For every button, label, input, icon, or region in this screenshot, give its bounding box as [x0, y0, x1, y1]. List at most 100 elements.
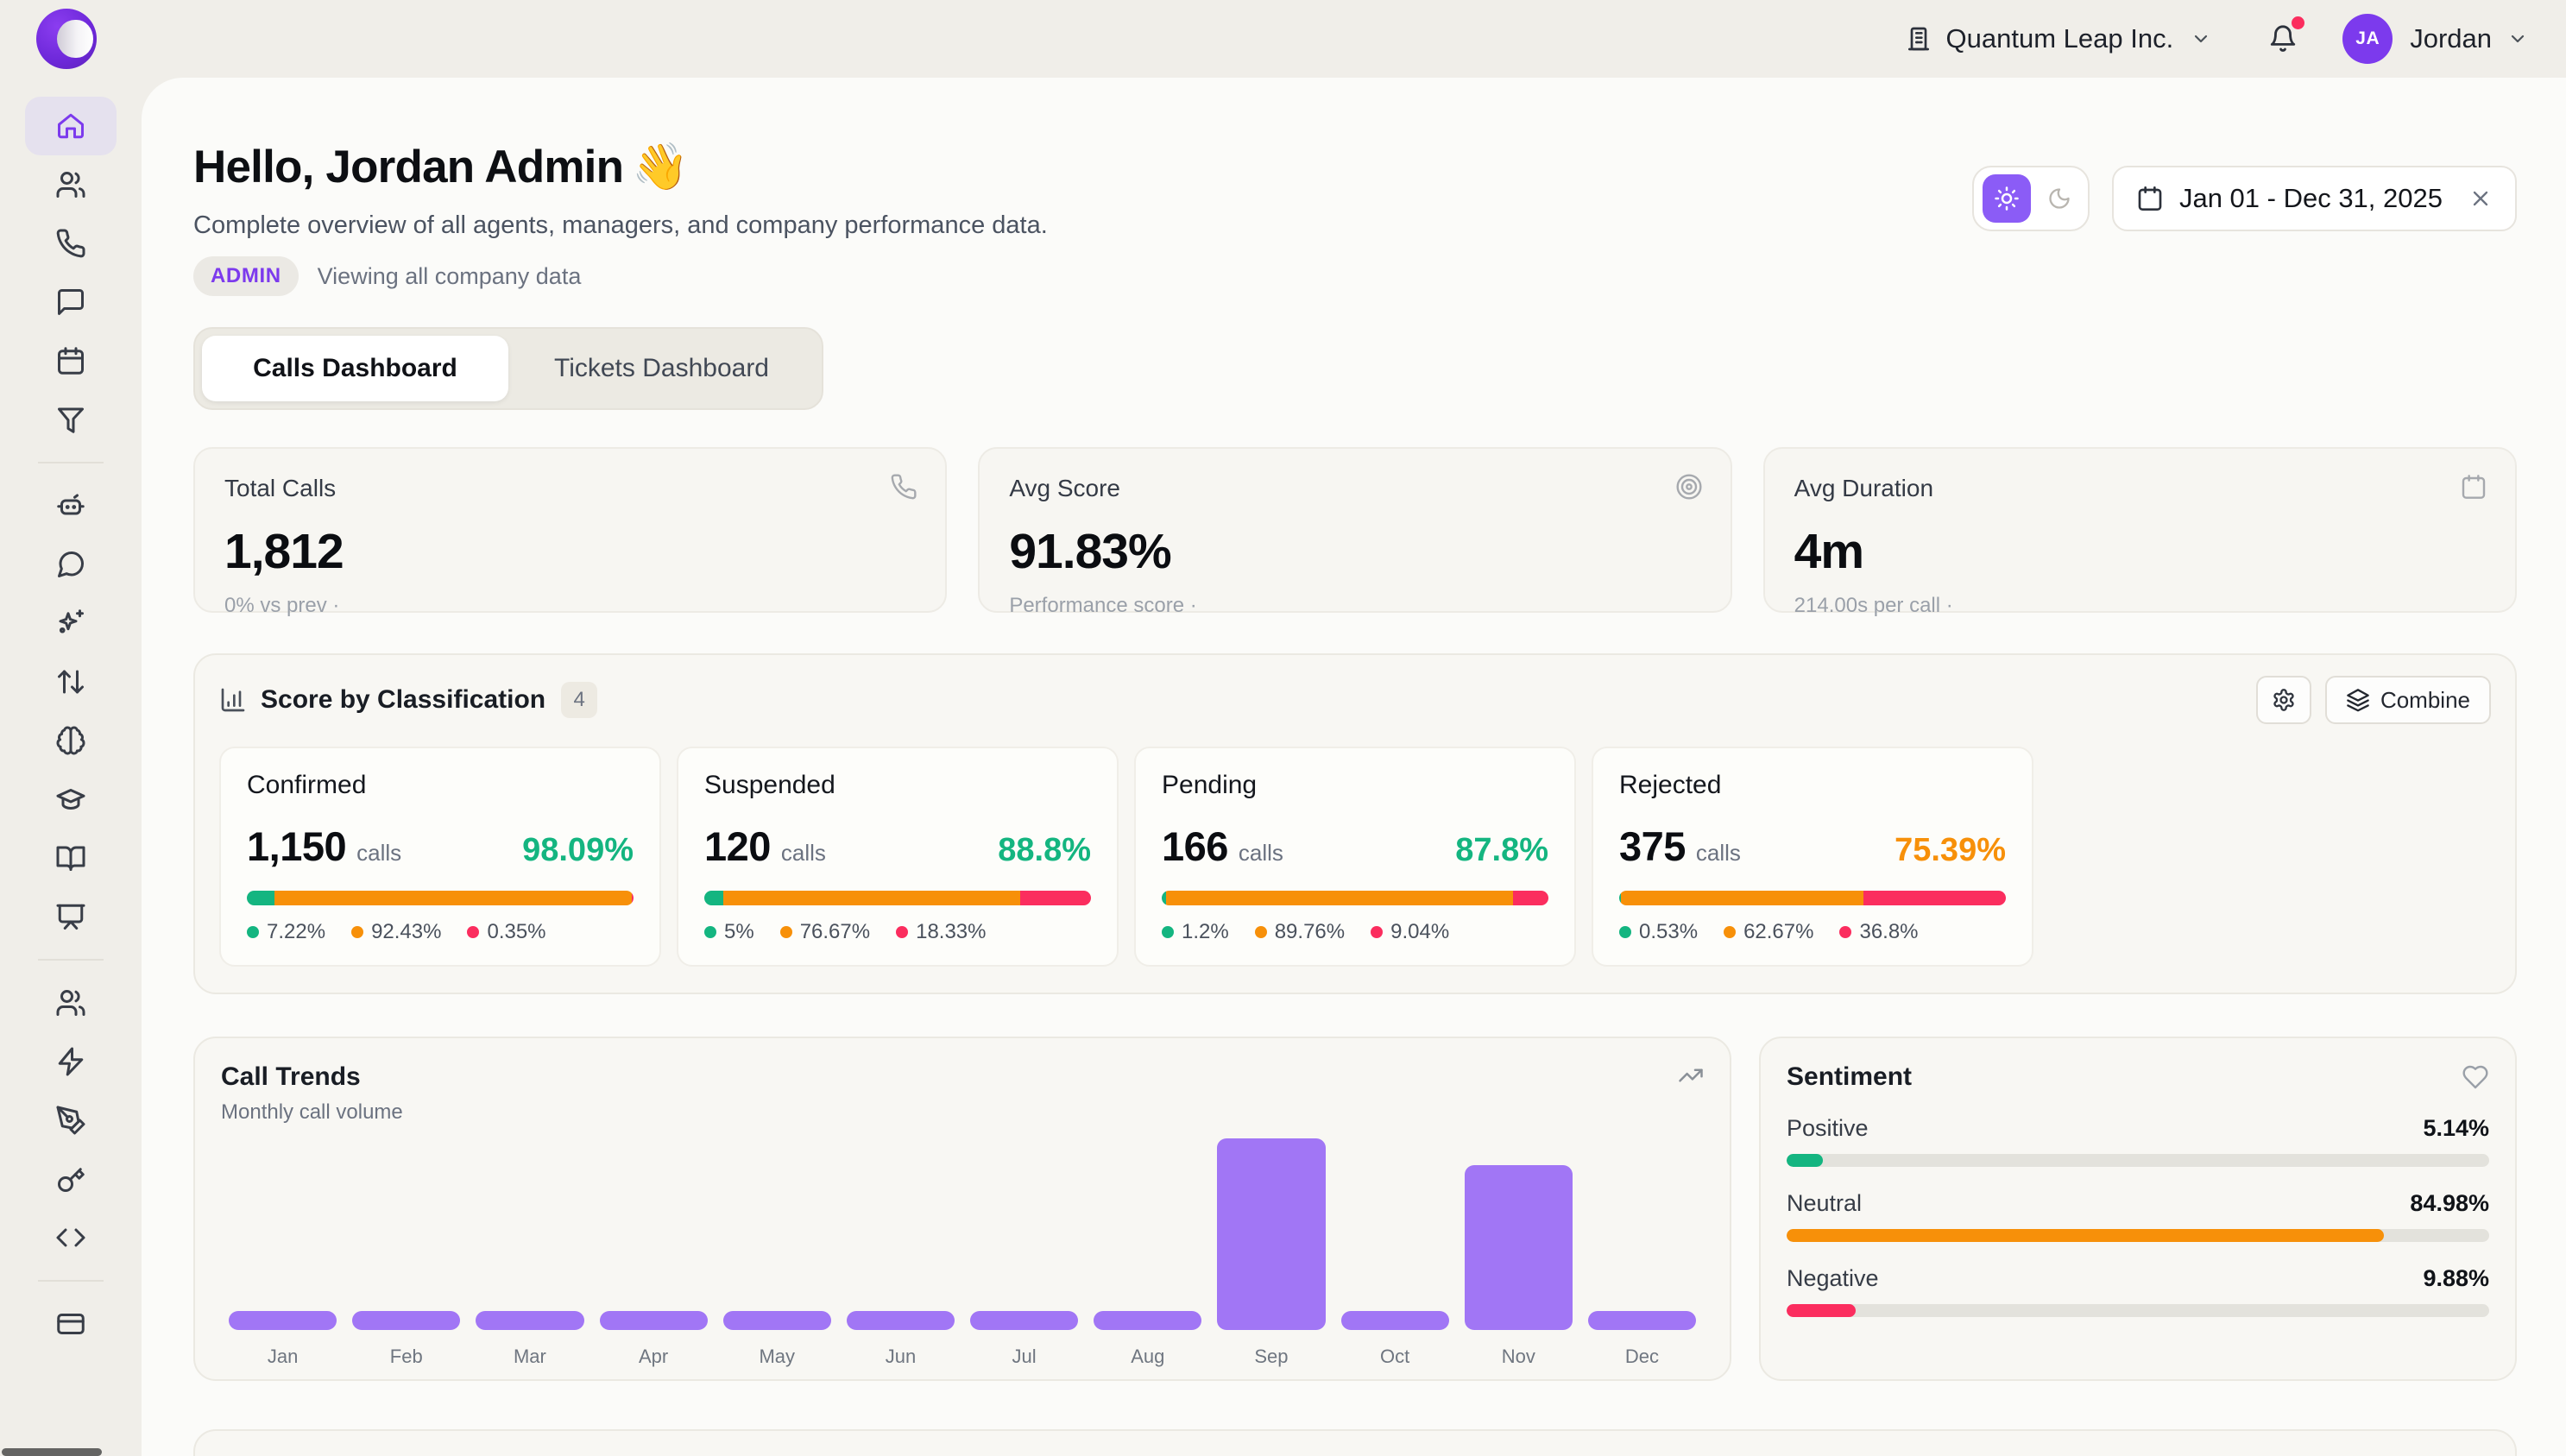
bar-jun[interactable]: [847, 1311, 955, 1330]
sidebar-item-users[interactable]: [25, 155, 117, 214]
classification-unit: calls: [1696, 840, 1741, 867]
bar-jan[interactable]: [229, 1311, 337, 1330]
legend-negative: 36.8%: [1839, 920, 1918, 944]
x-axis-labels: JanFebMarAprMayJunJulAugSepOctNovDec: [221, 1346, 1704, 1368]
classification-bar: [1162, 891, 1548, 905]
sidebar-item-access[interactable]: [25, 1150, 117, 1208]
bar-oct[interactable]: [1341, 1311, 1449, 1330]
call-trends-panel: Call Trends Monthly call volume JanFebMa…: [193, 1037, 1731, 1381]
sidebar-item-calls[interactable]: [25, 214, 117, 273]
sidebar-item-ai[interactable]: [25, 594, 117, 652]
bar-aug[interactable]: [1094, 1311, 1201, 1330]
bar-mar[interactable]: [476, 1311, 583, 1330]
bar-jul[interactable]: [970, 1311, 1078, 1330]
stat-card-avg-score: Avg Score 91.83% Performance score ·: [978, 447, 1731, 613]
bar-apr[interactable]: [600, 1311, 708, 1330]
heart-icon: [2462, 1063, 2489, 1091]
sidebar-item-schedule[interactable]: [25, 331, 117, 390]
dark-mode-button[interactable]: [2040, 179, 2079, 218]
classification-card-rejected: Rejected 375 calls 75.39% 0.53% 62.67% 3…: [1592, 747, 2033, 967]
combine-button[interactable]: Combine: [2325, 676, 2491, 724]
date-range-picker[interactable]: Jan 01 - Dec 31, 2025: [2112, 166, 2517, 231]
user-menu[interactable]: JA Jordan: [2342, 14, 2528, 64]
horizontal-scrollbar[interactable]: [2, 1448, 102, 1456]
bar-dec[interactable]: [1588, 1311, 1696, 1330]
stat-value: 91.83%: [1009, 523, 1700, 580]
bar-sep[interactable]: [1217, 1138, 1325, 1330]
legend-negative: 9.04%: [1371, 920, 1449, 944]
stat-card-total-calls: Total Calls 1,812 0% vs prev ·: [193, 447, 947, 613]
light-mode-button[interactable]: [1983, 174, 2031, 223]
home-icon: [55, 110, 86, 142]
topbar: Quantum Leap Inc. JA Jordan: [0, 0, 2566, 78]
calendar-icon: [2460, 473, 2487, 501]
classification-bar: [1619, 891, 2006, 905]
company-selector[interactable]: Quantum Leap Inc.: [1905, 23, 2212, 54]
settings-button[interactable]: [2256, 676, 2311, 724]
panel-title: Sentiment: [1787, 1062, 1912, 1092]
presentation-icon: [55, 901, 86, 932]
sidebar-item-messages[interactable]: [25, 273, 117, 331]
classification-unit: calls: [781, 840, 826, 867]
sidebar-item-filters[interactable]: [25, 390, 117, 449]
bar-feb[interactable]: [352, 1311, 460, 1330]
page-header: Hello, Jordan Admin👋 Complete overview o…: [193, 140, 1048, 296]
viewing-note: Viewing all company data: [318, 263, 582, 290]
date-range-value: Jan 01 - Dec 31, 2025: [2179, 183, 2443, 214]
sidebar-divider: [38, 959, 104, 961]
notifications-button[interactable]: [2268, 24, 2298, 54]
message-circle-icon: [55, 549, 86, 580]
tab-calls-dashboard[interactable]: Calls Dashboard: [202, 336, 508, 401]
performance-breakdown-panel: Performance Breakdown Total Calls Active…: [193, 1429, 2517, 1456]
sidebar-item-library[interactable]: [25, 829, 117, 887]
notification-dot: [2292, 16, 2304, 29]
sidebar-item-automations[interactable]: [25, 1032, 117, 1091]
sidebar-item-developer[interactable]: [25, 1208, 117, 1267]
panel-title: Call Trends: [221, 1062, 1704, 1092]
sidebar-item-members[interactable]: [25, 974, 117, 1032]
sidebar-item-home[interactable]: [25, 97, 117, 155]
zap-icon: [55, 1046, 86, 1077]
theme-toggle[interactable]: [1972, 166, 2090, 231]
classification-title: Rejected: [1619, 771, 2006, 800]
classification-score: 98.09%: [522, 832, 634, 869]
app-logo[interactable]: [36, 9, 97, 69]
score-by-classification-panel: Score by Classification 4 Combine Confir…: [193, 653, 2517, 994]
sidebar-item-knowledge[interactable]: [25, 711, 117, 770]
bar-nov[interactable]: [1465, 1165, 1573, 1330]
sidebar-item-training[interactable]: [25, 770, 117, 829]
count-badge: 4: [561, 682, 597, 718]
stat-value: 1,812: [224, 523, 916, 580]
sun-icon: [1994, 186, 2020, 211]
sidebar: [0, 78, 142, 1456]
tab-tickets-dashboard[interactable]: Tickets Dashboard: [508, 336, 815, 401]
bar-may[interactable]: [723, 1311, 831, 1330]
trending-up-icon: [1678, 1062, 1704, 1088]
legend-neutral: 89.76%: [1255, 920, 1345, 944]
message-square-icon: [55, 287, 86, 318]
wave-emoji: 👋: [632, 142, 688, 192]
building-icon: [1905, 25, 1932, 53]
classification-bar: [247, 891, 634, 905]
sidebar-item-design[interactable]: [25, 1091, 117, 1150]
sidebar-item-presentations[interactable]: [25, 887, 117, 946]
classification-score: 88.8%: [998, 832, 1091, 869]
classification-value: 1,150: [247, 823, 346, 870]
sidebar-item-billing[interactable]: [25, 1295, 117, 1353]
sentiment-panel: Sentiment Positive5.14% Neutral84.98% Ne…: [1759, 1037, 2517, 1381]
book-open-icon: [55, 842, 86, 873]
clear-date-icon[interactable]: [2468, 186, 2493, 211]
bar-chart-icon: [219, 686, 247, 714]
classification-title: Confirmed: [247, 771, 634, 800]
sidebar-item-chat[interactable]: [25, 535, 117, 594]
credit-card-icon: [55, 1308, 86, 1339]
stat-cards: Total Calls 1,812 0% vs prev · Avg Score…: [193, 447, 2517, 613]
stat-value: 4m: [1794, 523, 2486, 580]
classification-card-confirmed: Confirmed 1,150 calls 98.09% 7.22% 92.43…: [219, 747, 661, 967]
classification-card-pending: Pending 166 calls 87.8% 1.2% 89.76% 9.04…: [1134, 747, 1576, 967]
calendar-icon: [2136, 185, 2164, 212]
sidebar-item-bot[interactable]: [25, 476, 117, 535]
sidebar-item-transfers[interactable]: [25, 652, 117, 711]
filter-icon: [55, 404, 86, 435]
phone-icon: [55, 228, 86, 259]
